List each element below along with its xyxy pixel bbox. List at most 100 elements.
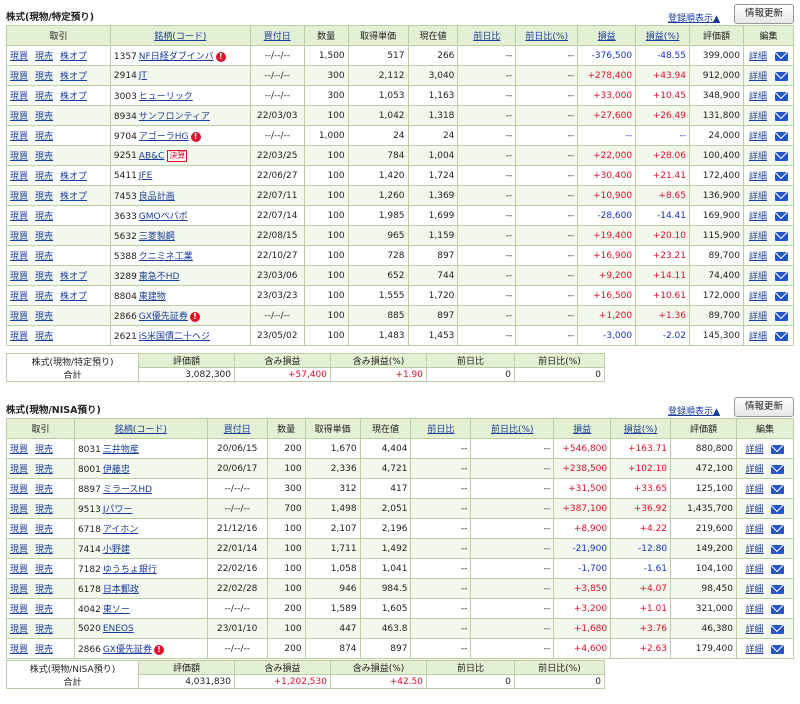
detail-link[interactable]: 詳細 bbox=[745, 505, 763, 515]
mail-icon[interactable] bbox=[774, 172, 788, 181]
sell-link[interactable]: 現売 bbox=[35, 172, 53, 182]
column-header[interactable]: 銘柄(コード) bbox=[109, 25, 251, 46]
detail-link[interactable]: 詳細 bbox=[745, 465, 763, 475]
sell-link[interactable]: 現売 bbox=[35, 505, 53, 515]
detail-link[interactable]: 詳細 bbox=[745, 565, 763, 575]
mail-icon[interactable] bbox=[771, 645, 785, 654]
stock-name-link[interactable]: AB&C bbox=[139, 151, 165, 161]
stock-name-link[interactable]: ゆうちょ銀行 bbox=[103, 565, 157, 575]
column-header[interactable]: 損益(%) bbox=[635, 25, 691, 46]
buy-link[interactable]: 現買 bbox=[10, 525, 28, 535]
stock-name-link[interactable]: ENEOS bbox=[103, 624, 134, 634]
stock-name-link[interactable]: 良品計画 bbox=[139, 192, 175, 202]
column-header[interactable]: 買付日 bbox=[249, 25, 305, 46]
stock-name-link[interactable]: クニミネ工業 bbox=[139, 252, 193, 262]
sell-link[interactable]: 現売 bbox=[35, 292, 53, 302]
detail-link[interactable]: 詳細 bbox=[749, 272, 767, 282]
sell-link[interactable]: 現売 bbox=[35, 585, 53, 595]
info-icon[interactable]: ! bbox=[153, 644, 164, 655]
column-header[interactable]: 前日比(%) bbox=[515, 25, 579, 46]
sell-link[interactable]: 現売 bbox=[35, 645, 53, 655]
buy-link[interactable]: 現買 bbox=[10, 112, 28, 122]
mail-icon[interactable] bbox=[771, 525, 785, 534]
detail-link[interactable]: 詳細 bbox=[745, 585, 763, 595]
sell-link[interactable]: 現売 bbox=[35, 272, 53, 282]
buy-link[interactable]: 現買 bbox=[10, 625, 28, 635]
refresh-button[interactable]: 情報更新 bbox=[734, 4, 794, 24]
stock-name-link[interactable]: iS米国債二十ヘジ bbox=[139, 332, 210, 342]
stock-name-link[interactable]: サンフロンティア bbox=[139, 112, 210, 122]
mail-icon[interactable] bbox=[774, 272, 788, 281]
mail-icon[interactable] bbox=[771, 545, 785, 554]
sell-link[interactable]: 現売 bbox=[35, 312, 53, 322]
stock-option-link[interactable]: 株オプ bbox=[60, 92, 87, 102]
sell-link[interactable]: 現売 bbox=[35, 565, 53, 575]
sell-link[interactable]: 現売 bbox=[35, 92, 53, 102]
sell-link[interactable]: 現売 bbox=[35, 252, 53, 262]
stock-name-link[interactable]: JFE bbox=[139, 171, 153, 181]
stock-name-link[interactable]: GX優先証券 bbox=[103, 645, 152, 655]
stock-name-link[interactable]: 東ソー bbox=[103, 605, 130, 615]
mail-icon[interactable] bbox=[771, 565, 785, 574]
buy-link[interactable]: 現買 bbox=[10, 292, 28, 302]
mail-icon[interactable] bbox=[771, 585, 785, 594]
stock-name-link[interactable]: 東建物 bbox=[139, 292, 166, 302]
stock-name-link[interactable]: アイホン bbox=[103, 525, 139, 535]
mail-icon[interactable] bbox=[774, 212, 788, 221]
sell-link[interactable]: 現売 bbox=[35, 52, 53, 62]
sell-link[interactable]: 現売 bbox=[35, 605, 53, 615]
detail-link[interactable]: 詳細 bbox=[749, 332, 767, 342]
mail-icon[interactable] bbox=[774, 112, 788, 121]
stock-name-link[interactable]: Jパワー bbox=[103, 505, 133, 515]
column-header[interactable]: 前日比(%) bbox=[470, 418, 555, 439]
mail-icon[interactable] bbox=[771, 605, 785, 614]
mail-icon[interactable] bbox=[771, 485, 785, 494]
sell-link[interactable]: 現売 bbox=[35, 332, 53, 342]
stock-name-link[interactable]: 伊藤忠 bbox=[103, 465, 130, 475]
buy-link[interactable]: 現買 bbox=[10, 92, 28, 102]
stock-option-link[interactable]: 株オプ bbox=[60, 172, 87, 182]
detail-link[interactable]: 詳細 bbox=[749, 132, 767, 142]
buy-link[interactable]: 現買 bbox=[10, 545, 28, 555]
buy-link[interactable]: 現買 bbox=[10, 645, 28, 655]
buy-link[interactable]: 現買 bbox=[10, 152, 28, 162]
buy-link[interactable]: 現買 bbox=[10, 505, 28, 515]
mail-icon[interactable] bbox=[774, 332, 788, 341]
buy-link[interactable]: 現買 bbox=[10, 252, 28, 262]
detail-link[interactable]: 詳細 bbox=[749, 172, 767, 182]
sell-link[interactable]: 現売 bbox=[35, 152, 53, 162]
stock-name-link[interactable]: GMOペパボ bbox=[139, 212, 188, 222]
detail-link[interactable]: 詳細 bbox=[745, 625, 763, 635]
stock-option-link[interactable]: 株オプ bbox=[60, 292, 87, 302]
sell-link[interactable]: 現売 bbox=[35, 445, 53, 455]
mail-icon[interactable] bbox=[774, 92, 788, 101]
detail-link[interactable]: 詳細 bbox=[749, 252, 767, 262]
detail-link[interactable]: 詳細 bbox=[749, 52, 767, 62]
mail-icon[interactable] bbox=[774, 292, 788, 301]
stock-name-link[interactable]: NF日経ダブインバ bbox=[139, 52, 214, 62]
buy-link[interactable]: 現買 bbox=[10, 52, 28, 62]
buy-link[interactable]: 現買 bbox=[10, 132, 28, 142]
stock-name-link[interactable]: 三井物産 bbox=[103, 445, 139, 455]
stock-option-link[interactable]: 株オプ bbox=[60, 272, 87, 282]
mail-icon[interactable] bbox=[771, 445, 785, 454]
sell-link[interactable]: 現売 bbox=[35, 625, 53, 635]
column-header[interactable]: 損益 bbox=[553, 418, 612, 439]
stock-name-link[interactable]: ミラースHD bbox=[103, 485, 152, 495]
column-header[interactable]: 銘柄(コード) bbox=[73, 418, 208, 439]
detail-link[interactable]: 詳細 bbox=[749, 72, 767, 82]
detail-link[interactable]: 詳細 bbox=[745, 605, 763, 615]
sell-link[interactable]: 現売 bbox=[35, 192, 53, 202]
sort-order-link[interactable]: 登録順表示▲ bbox=[668, 11, 720, 24]
buy-link[interactable]: 現買 bbox=[10, 272, 28, 282]
buy-link[interactable]: 現買 bbox=[10, 212, 28, 222]
sell-link[interactable]: 現売 bbox=[35, 525, 53, 535]
detail-link[interactable]: 詳細 bbox=[749, 192, 767, 202]
stock-name-link[interactable]: 小野建 bbox=[103, 545, 130, 555]
stock-name-link[interactable]: 日本郵政 bbox=[103, 585, 139, 595]
column-header[interactable]: 買付日 bbox=[206, 418, 268, 439]
column-header[interactable]: 前日比 bbox=[410, 418, 472, 439]
stock-option-link[interactable]: 株オプ bbox=[60, 52, 87, 62]
buy-link[interactable]: 現買 bbox=[10, 232, 28, 242]
mail-icon[interactable] bbox=[774, 132, 788, 141]
